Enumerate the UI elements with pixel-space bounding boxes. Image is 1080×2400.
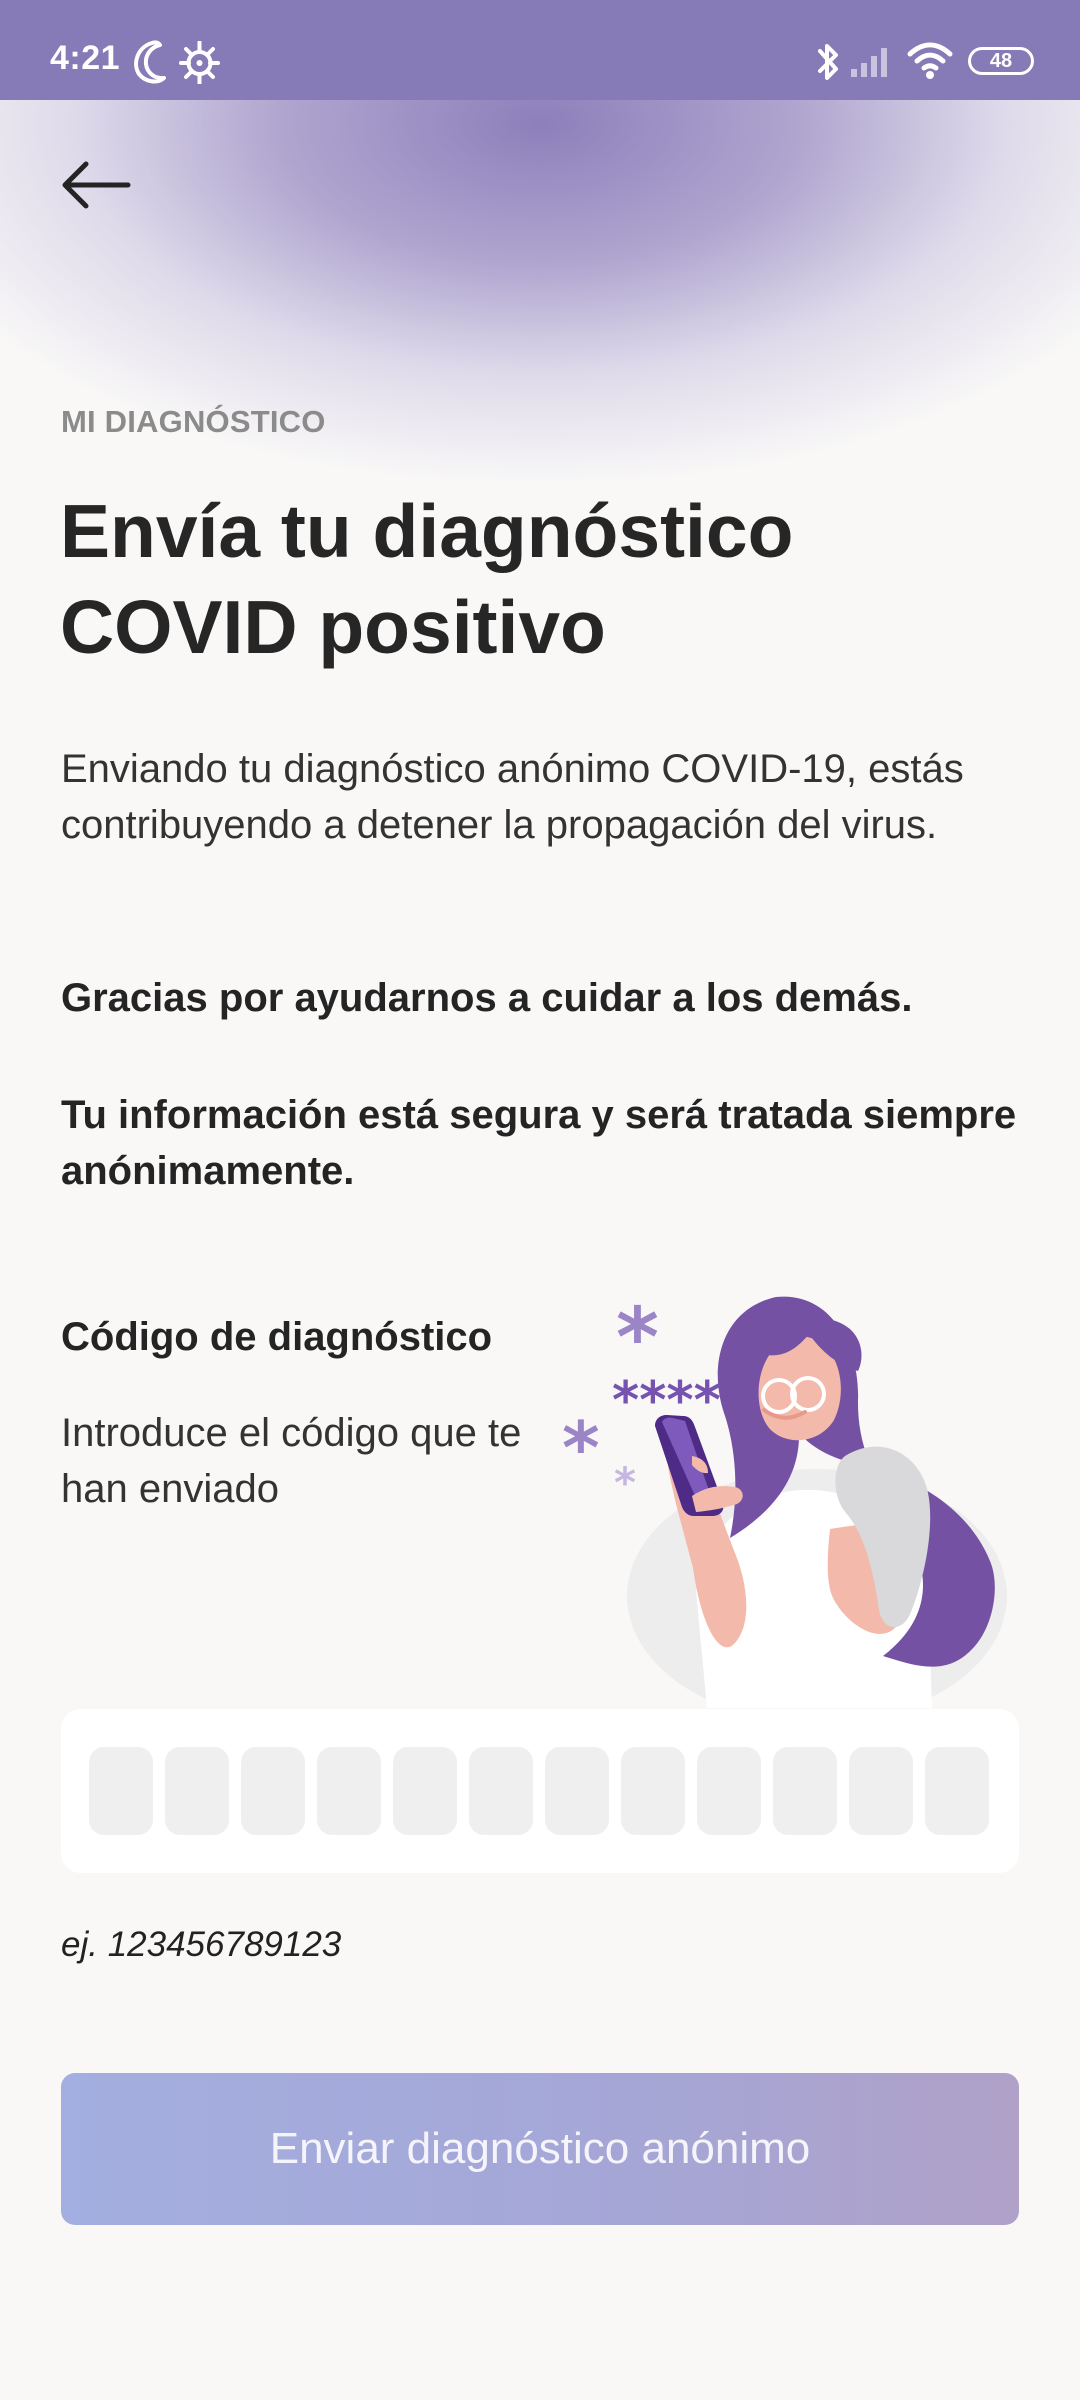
illustration-code-stars: **** — [612, 1371, 721, 1431]
svg-text:*: * — [614, 1458, 636, 1507]
status-bar: 4:21 48 — [0, 0, 1080, 100]
debug-icon — [178, 40, 221, 89]
code-digit-6[interactable] — [469, 1747, 533, 1835]
code-digit-12[interactable] — [925, 1747, 989, 1835]
code-digit-3[interactable] — [241, 1747, 305, 1835]
status-time: 4:21 — [50, 39, 121, 77]
battery-icon: 48 — [968, 47, 1034, 75]
back-button[interactable] — [58, 150, 134, 220]
code-digit-5[interactable] — [393, 1747, 457, 1835]
diagnostic-code-help: Introduce el código que te han enviado — [61, 1411, 522, 1511]
code-digit-2[interactable] — [165, 1747, 229, 1835]
svg-text:*: * — [562, 1406, 600, 1490]
back-arrow-icon — [62, 161, 131, 209]
code-digit-7[interactable] — [545, 1747, 609, 1835]
battery-level: 48 — [989, 50, 1013, 72]
diagnostic-code-label: Código de diagnóstico — [61, 1315, 493, 1359]
code-example: ej. 123456789123 — [61, 1925, 342, 1964]
code-digit-9[interactable] — [697, 1747, 761, 1835]
code-digit-11[interactable] — [849, 1747, 913, 1835]
intro-text: Enviando tu diagnóstico anónimo COVID-19… — [61, 747, 964, 847]
section-eyebrow: MI DIAGNÓSTICO — [61, 404, 326, 439]
code-digit-8[interactable] — [621, 1747, 685, 1835]
diagnosis-screen: 4:21 48 MI DIAGNÓSTICO Envía tu diagnóst… — [0, 0, 1080, 2400]
thanks-text: Gracias por ayudarnos a cuidar a los dem… — [61, 976, 913, 1020]
page-title: Envía tu diagnóstico COVID positivo — [60, 489, 794, 669]
code-digit-4[interactable] — [317, 1747, 381, 1835]
wifi-icon — [906, 40, 954, 85]
moon-icon — [133, 40, 175, 89]
privacy-text: Tu información está segura y será tratad… — [61, 1093, 1017, 1193]
code-digit-1[interactable] — [89, 1747, 153, 1835]
send-diagnosis-button[interactable]: Enviar diagnóstico anónimo — [61, 2073, 1019, 2225]
signal-icon — [849, 43, 895, 84]
bluetooth-icon — [812, 40, 846, 89]
diagnostic-code-input-group — [61, 1709, 1019, 1873]
person-with-phone-illustration: * * * **** — [542, 1283, 1022, 1723]
code-digit-10[interactable] — [773, 1747, 837, 1835]
